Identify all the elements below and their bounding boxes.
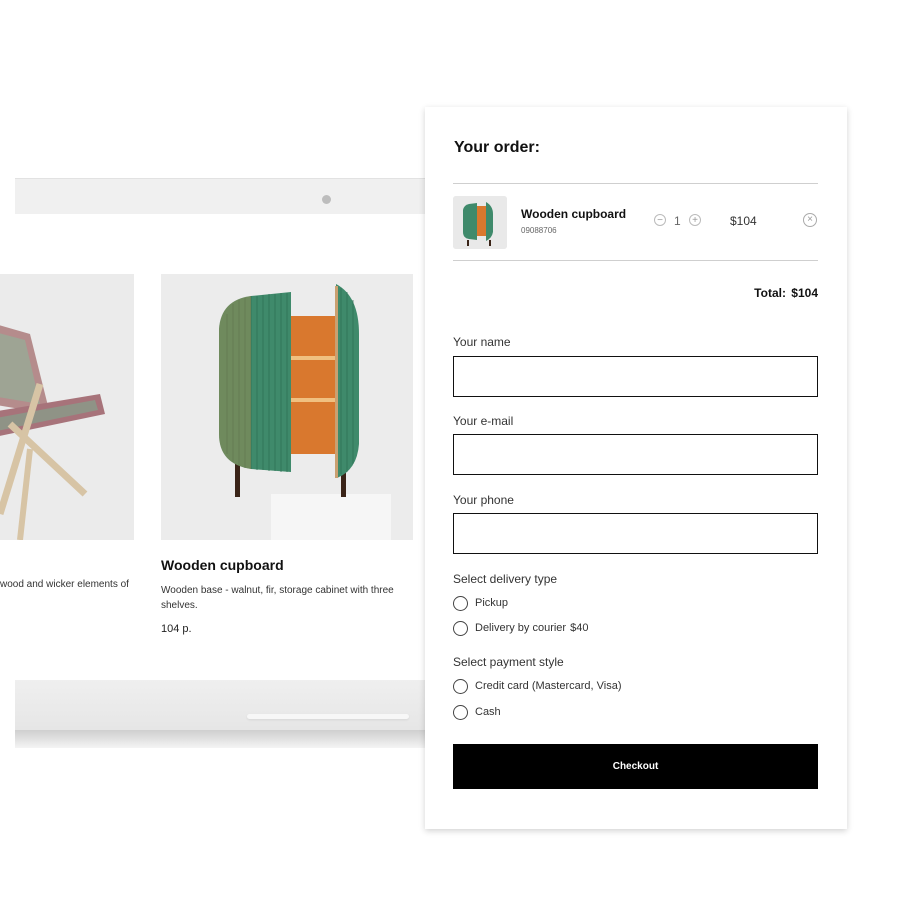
quantity-value: 1	[674, 214, 681, 228]
product-title[interactable]: Wooden cupboard	[161, 556, 413, 574]
cart-item-price: $104	[730, 214, 757, 228]
cart-item-name: Wooden cupboard	[521, 207, 627, 221]
name-label: Your name	[453, 335, 511, 349]
product-card-chair[interactable]: wood and wicker elements of	[0, 274, 134, 590]
phone-label: Your phone	[453, 493, 514, 507]
radio-label: Credit card (Mastercard, Visa)	[475, 680, 622, 692]
radio-button[interactable]	[453, 705, 468, 720]
close-circle-icon[interactable]: ×	[803, 213, 817, 227]
cart-item: Wooden cupboard 09088706 − 1 + $104 ×	[453, 195, 818, 249]
product-description: wood and wicker elements of	[0, 579, 129, 590]
email-field[interactable]	[453, 434, 818, 475]
checkout-button[interactable]: Checkout	[453, 744, 818, 789]
order-panel: Your order: Wooden cupboard 09088706 − 1…	[425, 107, 847, 829]
radio-label-group: Delivery by courier $40	[475, 622, 588, 634]
chair-image[interactable]	[0, 274, 134, 540]
laptop-base	[15, 680, 435, 730]
radio-label: Delivery by courier	[475, 622, 567, 634]
total-label: Total:	[754, 286, 786, 300]
radio-button[interactable]	[453, 679, 468, 694]
radio-button[interactable]	[453, 621, 468, 636]
laptop-top-bezel	[15, 178, 435, 215]
cart-item-sku: 09088706	[521, 226, 557, 235]
product-description: Wooden base - walnut, fir, storage cabin…	[161, 585, 394, 611]
payment-style-label: Select payment style	[453, 655, 564, 669]
order-title: Your order:	[454, 139, 540, 156]
courier-price: $40	[570, 622, 589, 634]
email-label: Your e-mail	[453, 414, 514, 428]
delivery-type-label: Select delivery type	[453, 572, 558, 586]
minus-circle-icon[interactable]: −	[654, 214, 666, 226]
laptop-notch	[247, 714, 409, 719]
radio-label: Cash	[475, 706, 501, 718]
product-card-cupboard[interactable]: Wooden cupboard Wooden base - walnut, fi…	[161, 274, 413, 635]
name-field[interactable]	[453, 356, 818, 397]
plus-circle-icon[interactable]: +	[689, 214, 701, 226]
product-price: 104 р.	[161, 623, 192, 635]
order-total: Total: $104	[754, 286, 818, 300]
total-value: $104	[791, 286, 818, 300]
cupboard-image[interactable]	[161, 274, 413, 540]
radio-button[interactable]	[453, 596, 468, 611]
radio-label: Pickup	[475, 597, 509, 609]
laptop-shadow	[15, 730, 435, 748]
divider-bottom	[453, 260, 818, 261]
camera-icon	[322, 195, 331, 204]
storefront-screen: wood and wicker elements of Wooden cupbo…	[0, 214, 425, 680]
divider-top	[453, 183, 818, 184]
phone-field[interactable]	[453, 513, 818, 554]
cart-item-thumbnail	[453, 196, 507, 249]
